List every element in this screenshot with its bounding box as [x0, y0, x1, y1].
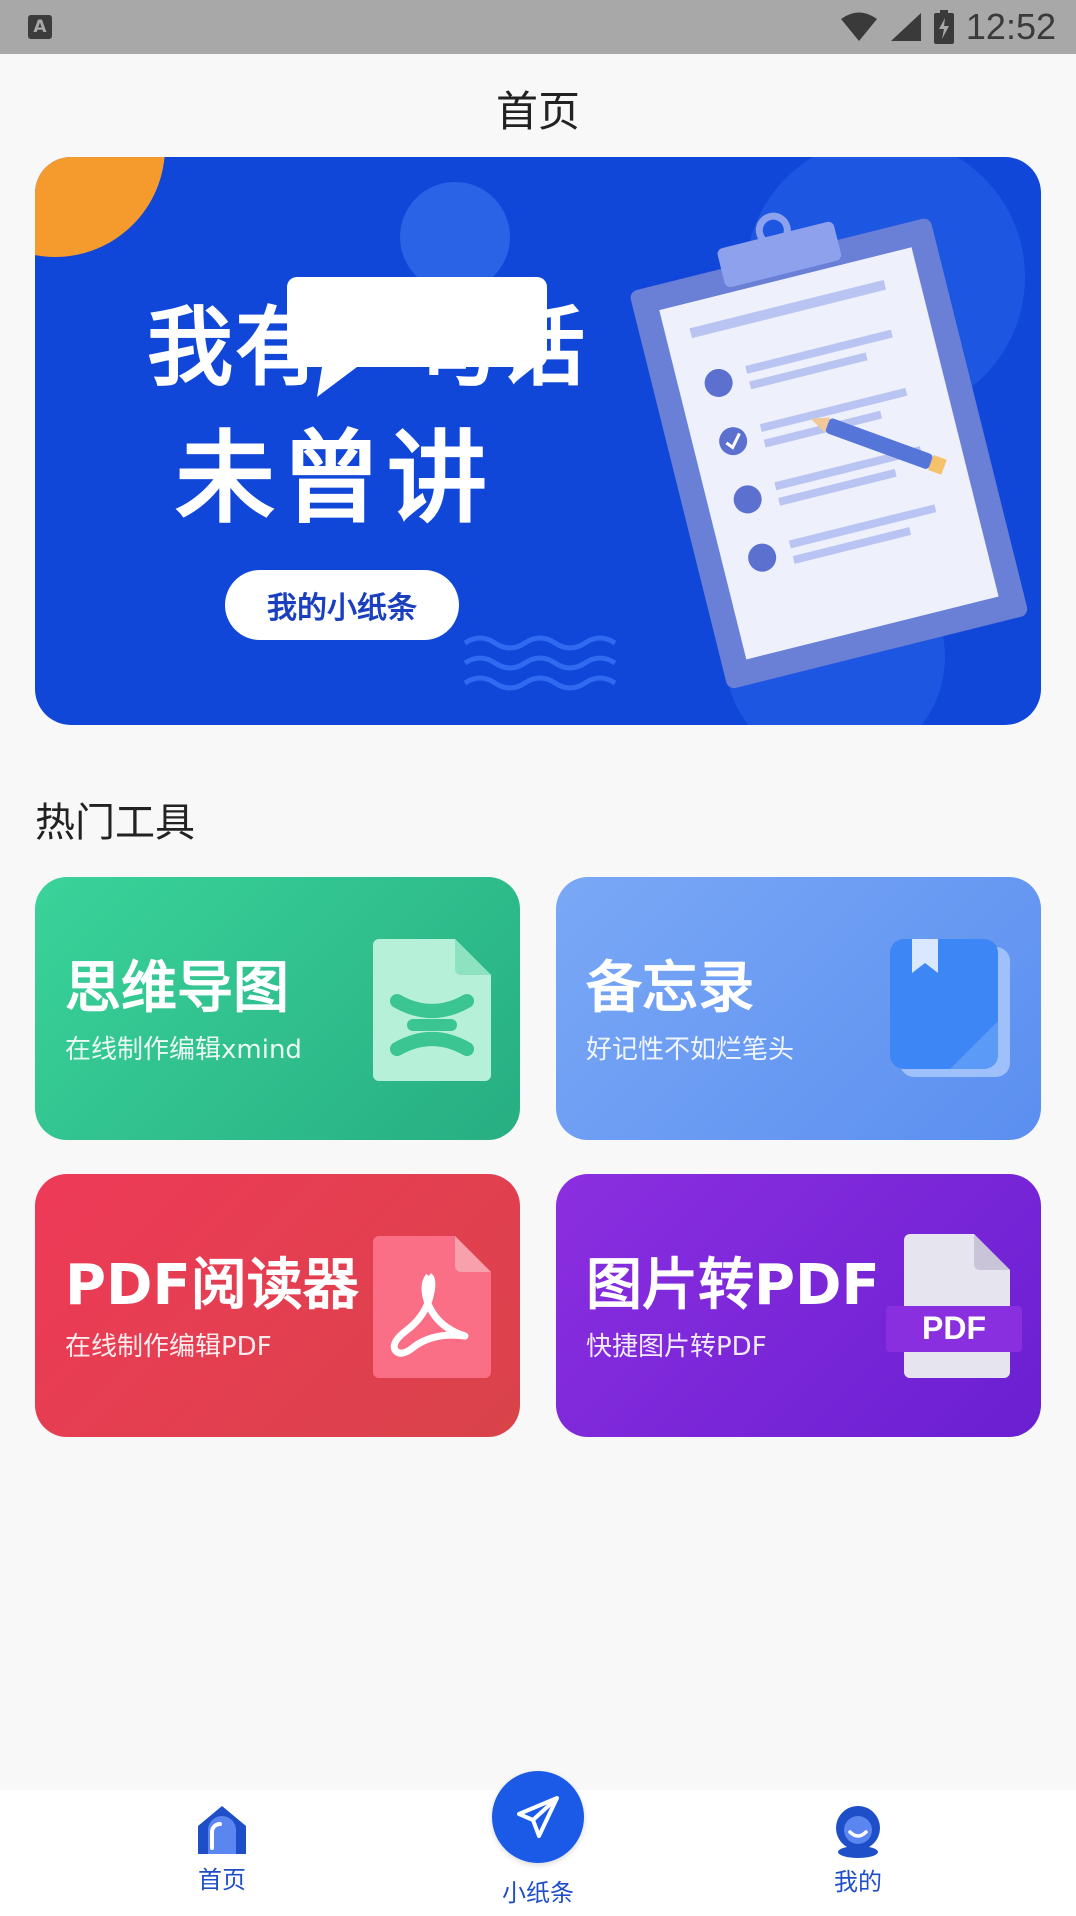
- signal-icon: [890, 13, 921, 41]
- tool-card-subtitle: 好记性不如烂笔头: [586, 1035, 795, 1065]
- tool-card-subtitle: 在线制作编辑xmind: [65, 1035, 302, 1065]
- nav-item-home[interactable]: 首页: [192, 1804, 252, 1895]
- banner-headline: 我有一句话: [147, 298, 587, 398]
- pdf-badge-label: PDF: [922, 1310, 986, 1346]
- notebook-icon: [890, 939, 1010, 1077]
- nav-label-notes: 小纸条: [502, 1879, 574, 1907]
- tool-card-pdf-reader[interactable]: PDF阅读器 在线制作编辑PDF: [35, 1174, 520, 1437]
- profile-icon: [836, 1806, 880, 1858]
- tool-card-title: 图片转PDF: [586, 1253, 880, 1318]
- tool-card-subtitle: 在线制作编辑PDF: [65, 1332, 272, 1362]
- paper-plane-icon: [517, 1796, 559, 1838]
- notes-send-button[interactable]: [492, 1771, 584, 1863]
- nav-item-mine[interactable]: 我的: [828, 1804, 888, 1897]
- status-bar: A 12:52: [0, 0, 1076, 54]
- tool-card-mindmap[interactable]: 思维导图 在线制作编辑xmind: [35, 877, 520, 1140]
- nav-label-home: 首页: [198, 1866, 246, 1894]
- banner-subheadline: 未曾讲: [175, 420, 493, 537]
- page-title: 首页: [495, 87, 580, 136]
- status-time: 12:52: [965, 6, 1056, 47]
- nav-label-mine: 我的: [834, 1868, 882, 1896]
- pdf-file-icon: [886, 1234, 1022, 1378]
- tool-card-title: PDF阅读器: [65, 1253, 359, 1318]
- acrobat-file-icon: [373, 1236, 491, 1378]
- tool-card-title: 备忘录: [586, 956, 754, 1021]
- my-notes-button[interactable]: 我的小纸条: [225, 570, 459, 640]
- tool-card-subtitle: 快捷图片转PDF: [586, 1332, 767, 1362]
- wifi-icon: [840, 12, 877, 41]
- notification-a-icon: A: [28, 15, 52, 39]
- home-icon: [198, 1806, 246, 1854]
- tool-card-title: 思维导图: [65, 956, 289, 1021]
- tool-card-image-to-pdf[interactable]: 图片转PDF 快捷图片转PDF PDF: [556, 1174, 1041, 1437]
- battery-icon: [933, 10, 954, 44]
- section-title-hot-tools: 热门工具: [35, 800, 195, 846]
- promo-banner[interactable]: 我有一句话 未曾讲 我的小纸条: [35, 157, 1041, 725]
- tool-card-memo[interactable]: 备忘录 好记性不如烂笔头: [556, 877, 1041, 1140]
- xmind-file-icon: [373, 939, 491, 1081]
